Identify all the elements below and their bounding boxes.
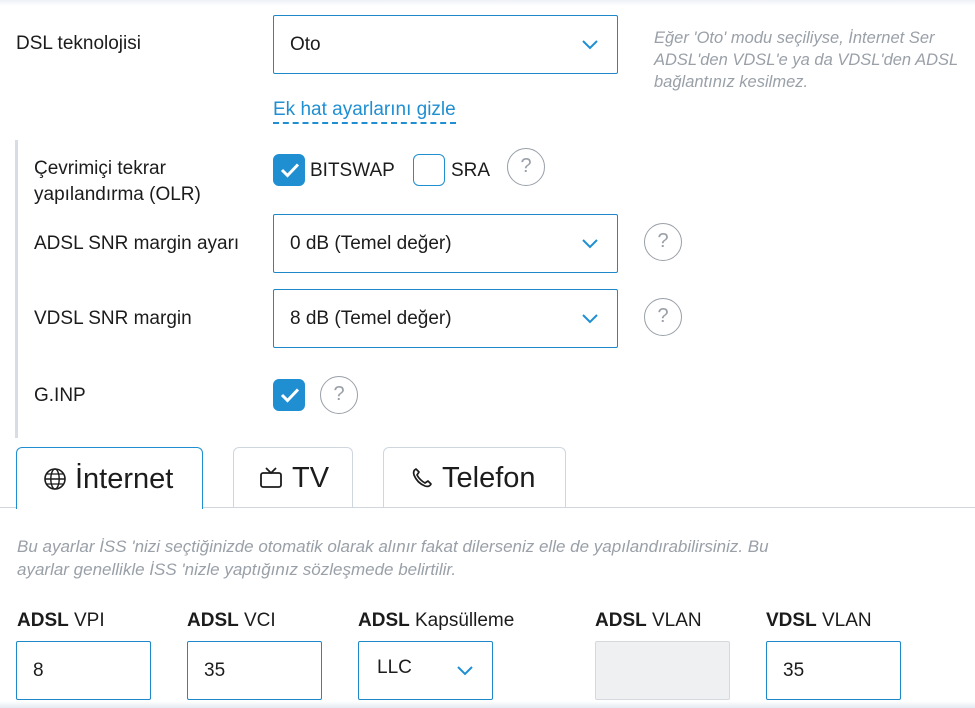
- tab-tv-label: TV: [292, 462, 330, 494]
- toggle-extra-settings-link[interactable]: Ek hat ayarlarını gizle: [273, 99, 456, 124]
- adsl-encap-label: ADSL Kapsülleme: [358, 608, 514, 634]
- label-text: VLAN: [816, 610, 872, 631]
- label-prefix: VDSL: [766, 610, 817, 631]
- info-line: Bu ayarlar İSS 'nizi seçtiğinizde otomat…: [17, 537, 769, 556]
- adsl-vci-input[interactable]: 35: [187, 641, 322, 700]
- globe-icon: [44, 467, 66, 490]
- vdsl-vlan-input[interactable]: 35: [766, 641, 901, 700]
- help-icon[interactable]: ?: [644, 223, 682, 261]
- adsl-snr-value: 0 dB (Temel değer): [290, 232, 452, 254]
- bottom-edge: [0, 701, 975, 708]
- dsl-tech-label: DSL teknolojisi: [16, 33, 141, 54]
- adsl-vpi-label: ADSL VPI: [17, 608, 105, 634]
- input-value: 8: [33, 659, 44, 681]
- phone-icon: [412, 468, 432, 488]
- bitswap-label: BITSWAP: [310, 160, 395, 181]
- chevron-down-icon: [457, 665, 473, 675]
- sra-checkbox[interactable]: [413, 154, 445, 186]
- label-text: Kapsülleme: [409, 610, 515, 631]
- help-icon[interactable]: ?: [507, 148, 545, 186]
- ginp-checkbox[interactable]: [273, 379, 305, 411]
- adsl-vci-label: ADSL VCI: [187, 608, 276, 634]
- vdsl-snr-label: VDSL SNR margin: [34, 308, 192, 329]
- label-text: VLAN: [646, 610, 702, 631]
- ginp-label: G.INP: [34, 385, 86, 406]
- chevron-down-icon: [582, 238, 598, 248]
- tab-internet-label: İnternet: [75, 462, 174, 495]
- adsl-vpi-input[interactable]: 8: [16, 641, 151, 700]
- checkmark-icon: [280, 388, 300, 403]
- adsl-vlan-label: ADSL VLAN: [595, 608, 702, 634]
- adsl-snr-select[interactable]: 0 dB (Temel değer): [273, 214, 618, 273]
- vdsl-vlan-label: VDSL VLAN: [766, 608, 872, 634]
- label-prefix: ADSL: [358, 610, 410, 631]
- section-indent-bar: [15, 140, 18, 438]
- top-edge: [0, 0, 975, 6]
- help-icon[interactable]: ?: [644, 298, 682, 336]
- tab-tv[interactable]: TV: [233, 447, 353, 508]
- bitswap-checkbox[interactable]: [273, 154, 305, 186]
- vdsl-snr-select[interactable]: 8 dB (Temel değer): [273, 289, 618, 348]
- checkmark-icon: [280, 163, 300, 178]
- dsl-tech-select[interactable]: Oto: [273, 15, 618, 74]
- tab-telefon-label: Telefon: [442, 462, 536, 494]
- label-prefix: ADSL: [187, 610, 239, 631]
- adsl-snr-label: ADSL SNR margin ayarı: [34, 233, 240, 254]
- isp-info-text: Bu ayarlar İSS 'nizi seçtiğinizde otomat…: [17, 535, 769, 581]
- olr-label-line: Çevrimiçi tekrar: [34, 158, 166, 179]
- olr-label: Çevrimiçi tekrar yapılandırma (OLR): [34, 156, 201, 208]
- adsl-encap-select[interactable]: LLC: [358, 641, 493, 700]
- tab-telefon[interactable]: Telefon: [383, 447, 566, 508]
- input-value: 35: [204, 659, 226, 681]
- dsl-tech-hint: Eğer 'Oto' modu seçiliyse, İnternet Ser …: [654, 27, 958, 93]
- label-prefix: ADSL: [17, 610, 69, 631]
- sra-label: SRA: [451, 160, 491, 181]
- hint-line: Eğer 'Oto' modu seçiliyse, İnternet Ser: [654, 29, 935, 47]
- chevron-down-icon: [582, 313, 598, 323]
- active-tab-gap: [17, 506, 202, 509]
- vdsl-snr-value: 8 dB (Temel değer): [290, 307, 452, 329]
- tv-icon: [260, 467, 282, 488]
- tab-internet[interactable]: İnternet: [16, 447, 203, 509]
- adsl-vlan-input: [595, 641, 730, 700]
- select-value: LLC: [377, 656, 412, 678]
- olr-label-line: yapılandırma (OLR): [34, 184, 201, 205]
- hint-line: ADSL'den VDSL'e ya da VDSL'den ADSL: [654, 51, 959, 69]
- hint-line: bağlantınız kesilmez.: [654, 73, 809, 91]
- label-text: VCI: [238, 610, 276, 631]
- label-text: VPI: [68, 610, 105, 631]
- input-value: 35: [783, 659, 805, 681]
- dsl-tech-value: Oto: [290, 33, 321, 55]
- help-icon[interactable]: ?: [320, 376, 358, 414]
- label-prefix: ADSL: [595, 610, 647, 631]
- chevron-down-icon: [582, 39, 598, 49]
- info-line: ayarlar genellikle İSS 'nizle yaptığınız…: [17, 560, 457, 579]
